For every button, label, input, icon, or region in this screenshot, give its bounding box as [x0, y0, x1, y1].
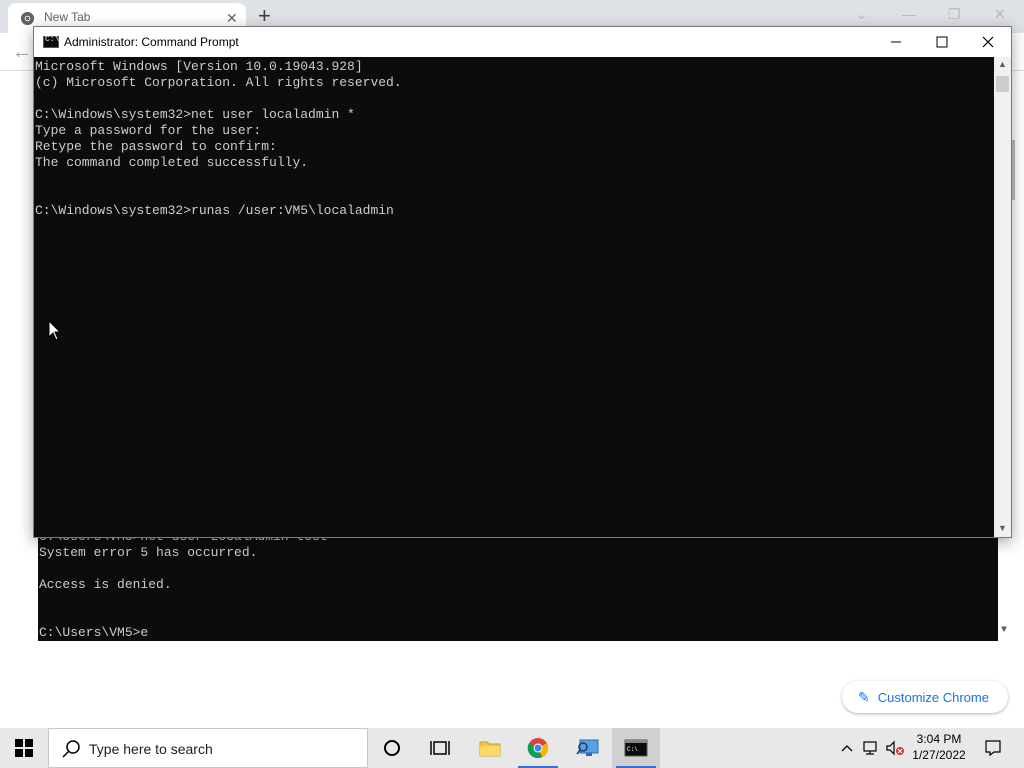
chrome-taskbar-button[interactable] — [514, 728, 562, 768]
task-view-button[interactable] — [416, 728, 464, 768]
windows-taskbar: Type here to search C:\ 3:04 PM 1/27/202… — [0, 728, 1024, 768]
cmd-close-button[interactable] — [965, 27, 1011, 57]
tab-close-icon[interactable]: ✕ — [226, 9, 238, 27]
scrollbar-thumb[interactable] — [996, 76, 1009, 92]
action-center-button[interactable] — [978, 728, 1008, 768]
back-arrow-icon[interactable]: ← — [12, 40, 32, 64]
chrome-favicon-icon — [20, 11, 35, 26]
windows-logo-icon — [15, 739, 33, 757]
customize-chrome-label: Customize Chrome — [877, 689, 989, 705]
file-explorer-button[interactable] — [466, 728, 514, 768]
cmd-minimize-button[interactable] — [873, 27, 919, 57]
scroll-down-arrow-icon[interactable]: ▼ — [998, 523, 1007, 533]
search-placeholder: Type here to search — [89, 741, 213, 757]
cmd-app-icon: C:\ — [43, 35, 59, 48]
scroll-up-arrow-icon[interactable]: ▲ — [998, 59, 1007, 69]
taskbar-search-box[interactable]: Type here to search — [48, 728, 368, 768]
cmd-icon: C:\ — [624, 739, 648, 757]
cmd-scrollbar[interactable]: ▲ ▼ — [994, 57, 1011, 537]
tab-title: New Tab — [44, 10, 91, 24]
chrome-minimize-icon[interactable]: — — [902, 4, 916, 24]
scroll-down-arrow-icon[interactable]: ▼ — [1001, 625, 1007, 636]
cmd-window-title: Administrator: Command Prompt — [64, 35, 239, 49]
chrome-restore-icon[interactable]: ❐ — [948, 4, 961, 24]
console-line: C:\Users\VM5>e — [39, 625, 149, 640]
cmd-line: Retype the password to confirm: — [35, 139, 277, 154]
command-prompt-window[interactable]: C:\ Administrator: Command Prompt Micros… — [33, 26, 1012, 538]
background-console-scrollbar[interactable]: ▼ — [998, 537, 1015, 641]
chrome-icon — [527, 738, 549, 758]
close-icon — [982, 36, 994, 48]
command-prompt-taskbar-button[interactable]: C:\ — [612, 728, 660, 768]
volume-muted-icon — [886, 740, 904, 756]
start-button[interactable] — [0, 728, 48, 768]
clock-time: 3:04 PM — [916, 732, 962, 746]
folder-icon — [479, 741, 501, 757]
monitor-search-icon — [576, 739, 599, 756]
svg-text:C:\: C:\ — [627, 746, 638, 753]
background-console-window: C:\Users\VM5>net user LocalAdmin test Sy… — [38, 537, 1015, 641]
chevron-up-icon — [841, 745, 853, 752]
clock-date: 1/27/2022 — [912, 748, 966, 762]
network-icon — [863, 741, 877, 755]
console-line: Access is denied. — [39, 577, 172, 592]
cortana-button[interactable] — [368, 728, 416, 768]
cortana-circle-icon — [384, 740, 400, 756]
volume-button[interactable] — [884, 728, 906, 768]
cmd-title-bar[interactable]: C:\ Administrator: Command Prompt — [34, 27, 1011, 57]
cmd-line: Microsoft Windows [Version 10.0.19043.92… — [35, 59, 363, 74]
customize-chrome-button[interactable]: ✎ Customize Chrome — [842, 681, 1008, 713]
maximize-icon — [936, 36, 948, 48]
cmd-line: The command completed successfully. — [35, 155, 309, 170]
mouse-cursor-icon — [48, 320, 62, 341]
cmd-line: C:\Windows\system32>runas /user:VM5\loca… — [35, 203, 394, 218]
cmd-console-output[interactable]: Microsoft Windows [Version 10.0.19043.92… — [34, 57, 994, 537]
desktop-screen: New Tab ✕ + ⌄ — ❐ ✕ ← C:\Users\VM5>net u… — [0, 0, 1024, 768]
cmd-line: C:\Windows\system32>net user localadmin … — [35, 107, 355, 122]
show-hidden-icons-button[interactable] — [836, 728, 858, 768]
console-line: C:\Users\VM5>net user LocalAdmin test — [39, 537, 328, 545]
new-tab-button[interactable]: + — [258, 4, 271, 28]
remote-desktop-button[interactable] — [564, 728, 612, 768]
pencil-icon: ✎ — [858, 688, 870, 705]
taskbar-clock[interactable]: 3:04 PM 1/27/2022 — [906, 731, 972, 765]
task-view-icon — [430, 741, 450, 755]
search-icon — [62, 740, 80, 758]
chrome-page-scrollbar[interactable] — [1012, 140, 1015, 200]
network-button[interactable] — [860, 728, 882, 768]
cmd-line: Type a password for the user: — [35, 123, 262, 138]
notification-icon — [985, 740, 1001, 757]
console-line: System error 5 has occurred. — [39, 545, 258, 560]
cmd-line: (c) Microsoft Corporation. All rights re… — [35, 75, 402, 90]
cmd-maximize-button[interactable] — [919, 27, 965, 57]
minimize-icon — [891, 41, 901, 43]
tab-search-chevron-icon[interactable]: ⌄ — [856, 4, 868, 24]
chrome-close-icon[interactable]: ✕ — [994, 4, 1006, 24]
